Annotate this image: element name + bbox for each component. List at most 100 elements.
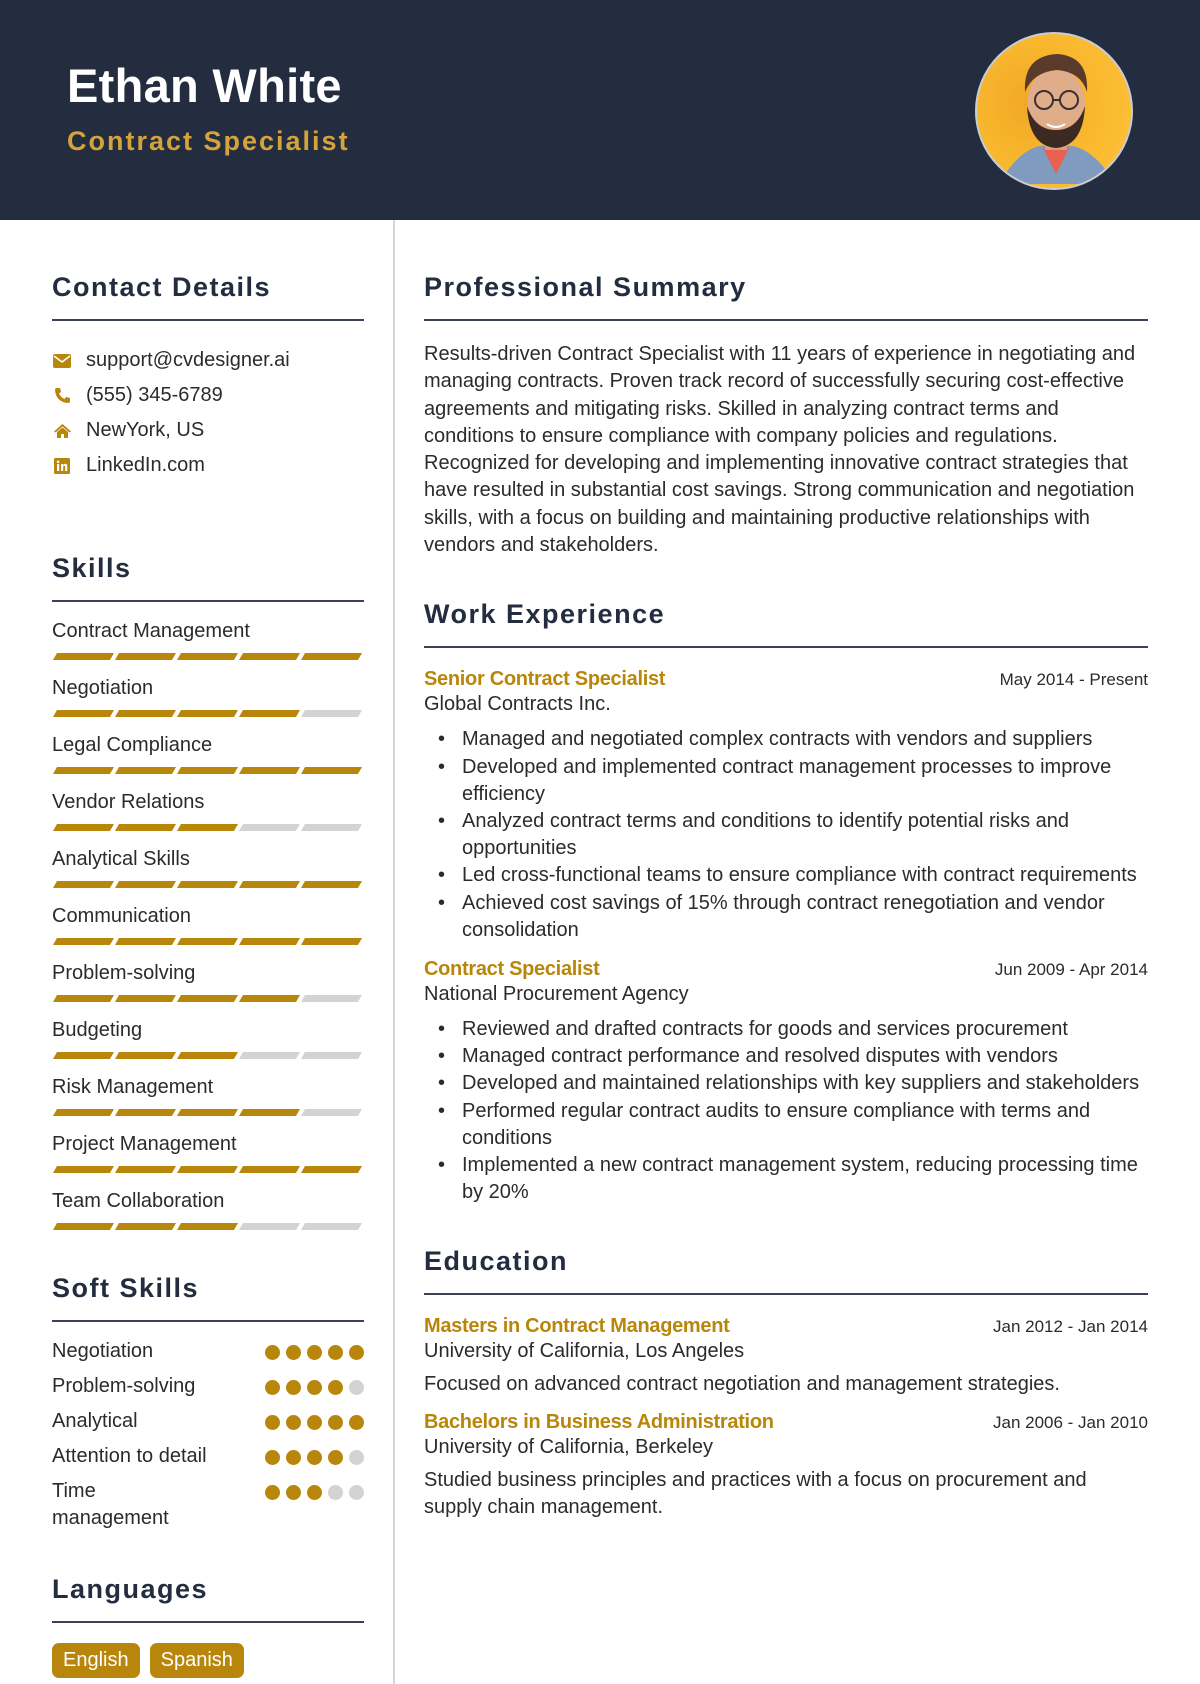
skill-level-bar — [52, 1052, 364, 1059]
skill-level-bar — [52, 824, 364, 831]
contact-phone[interactable]: (555) 345-6789 — [52, 378, 364, 413]
skills-list: Contract Management Negotiation Legal Comp… — [52, 618, 364, 1230]
skill-level-bar — [52, 1109, 364, 1116]
section-rule — [424, 1293, 1148, 1296]
skill-item: Negotiation — [52, 675, 364, 717]
soft-skills-list: Negotiation Problem-solving Analytical Atte… — [52, 1338, 364, 1532]
skill-segment-filled — [114, 1166, 177, 1173]
skill-name: Project Management — [52, 1133, 237, 1155]
languages-heading: Languages — [52, 1574, 209, 1604]
job-bullet: Developed and maintained relationships w… — [438, 1070, 1148, 1097]
language-badge: English — [52, 1643, 140, 1678]
rating-dot-filled — [328, 1450, 343, 1465]
skill-segment-filled — [114, 1223, 177, 1230]
section-rule — [424, 319, 1148, 321]
job-title: Senior Contract Specialist — [424, 668, 666, 691]
experience-section: Work Experience Senior Contract Speciali… — [424, 599, 1148, 1206]
rating-dot-filled — [265, 1415, 280, 1430]
contact-linkedin[interactable]: LinkedIn.com — [52, 448, 364, 483]
soft-skill-name: Attention to detail — [52, 1445, 207, 1467]
skill-item: Vendor Relations — [52, 789, 364, 831]
job-title: Contract Specialist — [424, 958, 600, 980]
rating-dot-empty — [349, 1450, 364, 1465]
rating-dot-filled — [265, 1485, 280, 1500]
experience-heading: Work Experience — [424, 599, 666, 630]
skill-level-bar — [52, 995, 364, 1002]
job-dates: May 2014 - Present — [999, 670, 1148, 690]
rating-dot-filled — [286, 1415, 301, 1430]
section-rule — [52, 1621, 364, 1623]
school-name: University of California, Los Angeles — [424, 1340, 745, 1363]
education-dates: Jan 2012 - Jan 2014 — [992, 1317, 1148, 1337]
skill-item: Project Management — [52, 1131, 364, 1173]
rating-dot-filled — [286, 1485, 301, 1500]
education-heading: Education — [424, 1246, 569, 1277]
skill-segment-filled — [114, 938, 177, 945]
skill-segment-filled — [238, 710, 301, 717]
rating-dot-filled — [307, 1485, 322, 1500]
skill-segment-filled — [300, 1166, 363, 1173]
skill-segment-filled — [176, 1109, 239, 1116]
profile-photo — [975, 32, 1133, 190]
skill-segment-filled — [238, 938, 301, 945]
skill-name: Risk Management — [52, 1076, 214, 1098]
rating-dot-filled — [349, 1415, 364, 1430]
skill-segment-empty — [300, 995, 363, 1002]
soft-skill-item: Time management — [52, 1478, 364, 1532]
person-portrait-icon — [999, 54, 1115, 184]
soft-skill-item: Attention to detail — [52, 1443, 364, 1478]
soft-skill-name: Problem-solving — [52, 1375, 196, 1397]
skill-segment-filled — [176, 995, 239, 1002]
skill-segment-filled — [114, 767, 177, 774]
soft-skill-name: Negotiation — [52, 1340, 154, 1362]
skill-segment-filled — [52, 1052, 115, 1059]
skill-item: Contract Management — [52, 618, 364, 660]
skill-segment-filled — [176, 710, 239, 717]
education-description: Studied business principles and practice… — [424, 1468, 1087, 1518]
skill-segment-filled — [114, 1052, 177, 1059]
job-bullets: Managed and negotiated complex contracts… — [424, 726, 1148, 944]
job-company: National Procurement Agency — [424, 983, 689, 1005]
section-rule — [424, 646, 1148, 649]
skill-segment-empty — [300, 1223, 363, 1230]
job-bullet: Achieved cost savings of 15% through con… — [438, 890, 1148, 944]
skill-name: Budgeting — [52, 1019, 143, 1041]
skill-segment-filled — [52, 710, 115, 717]
section-rule — [52, 319, 364, 321]
rating-dot-filled — [286, 1345, 301, 1360]
job-bullet: Led cross-functional teams to ensure com… — [438, 862, 1148, 889]
skill-segment-filled — [114, 881, 177, 888]
skill-segment-filled — [176, 1052, 239, 1059]
degree-title: Masters in Contract Management — [424, 1315, 730, 1338]
education-entry: Bachelors in Business Administration Jan… — [424, 1411, 1148, 1521]
skill-level-bar — [52, 938, 364, 945]
candidate-name: Ethan White — [67, 59, 342, 112]
soft-skill-item: Problem-solving — [52, 1373, 364, 1408]
skill-level-bar — [52, 1166, 364, 1173]
contact-email[interactable]: support@cvdesigner.ai — [52, 343, 364, 378]
job-bullet: Performed regular contract audits to ens… — [438, 1098, 1148, 1152]
skills-heading: Skills — [52, 553, 132, 583]
rating-dot-filled — [307, 1450, 322, 1465]
skill-segment-filled — [176, 1223, 239, 1230]
job-dates: Jun 2009 - Apr 2014 — [994, 960, 1148, 979]
rating-dot-filled — [265, 1450, 280, 1465]
envelope-icon — [52, 351, 72, 371]
skill-segment-filled — [238, 653, 301, 660]
soft-skill-rating — [265, 1478, 364, 1500]
summary-section: Professional Summary Results-driven Cont… — [424, 272, 1148, 559]
skill-segment-empty — [300, 824, 363, 831]
skill-segment-filled — [114, 653, 177, 660]
job-bullet: Managed and negotiated complex contracts… — [438, 726, 1148, 753]
skill-name: Communication — [52, 905, 191, 927]
skill-segment-filled — [52, 653, 115, 660]
skill-level-bar — [52, 1223, 364, 1230]
resume-header: Ethan White Contract Specialist — [0, 0, 1200, 220]
job-entry: Senior Contract Specialist May 2014 - Pr… — [424, 668, 1148, 944]
soft-skill-item: Analytical — [52, 1408, 364, 1443]
soft-skill-rating — [265, 1408, 364, 1430]
rating-dot-filled — [307, 1345, 322, 1360]
skill-segment-filled — [176, 824, 239, 831]
rating-dot-filled — [265, 1380, 280, 1395]
skill-segment-filled — [52, 881, 115, 888]
